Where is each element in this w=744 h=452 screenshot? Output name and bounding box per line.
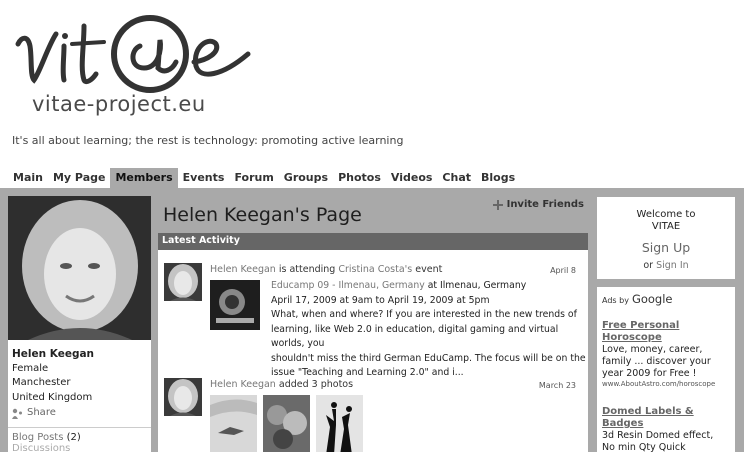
ads-by-label: Ads by (602, 296, 629, 305)
ad-body: family ... discover your (602, 356, 711, 367)
blog-posts-count: (2) (66, 431, 81, 443)
activity-verb: is attending (278, 264, 336, 275)
main-nav: Main My Page Members Events Forum Groups… (8, 168, 520, 188)
ad-title[interactable]: Horoscope (602, 332, 730, 344)
main-content: Helen Keegan's Page Invite Friends Lates… (158, 196, 588, 452)
sign-in-link[interactable]: Sign In (656, 260, 689, 271)
profile-country: United Kingdom (12, 391, 93, 403)
invite-friends-button[interactable]: Invite Friends (492, 199, 584, 210)
activity-target-type: event (415, 264, 443, 275)
ad-item[interactable]: Free Personal Horoscope Love, money, car… (602, 320, 730, 388)
nav-groups[interactable]: Groups (279, 168, 333, 188)
photo-thumbnail[interactable] (210, 395, 257, 452)
logo-domain-text: vitae-project.eu (32, 92, 206, 116)
ad-title[interactable]: Domed Labels & (602, 406, 730, 418)
ad-item[interactable]: Domed Labels & Badges 3d Resin Domed eff… (602, 406, 730, 452)
profile-photo[interactable] (8, 196, 151, 340)
blog-posts-label: Blog Posts (12, 431, 64, 443)
event-description-3: shouldn't miss the third German EduCamp.… (271, 352, 586, 364)
ad-body: No min Qty Quick (602, 442, 686, 452)
plus-icon (492, 199, 503, 210)
activity-date: March 23 (538, 381, 576, 390)
event-title-link[interactable]: Educamp 09 - Ilmenau, Germany (271, 280, 425, 291)
right-sidebar: Welcome to VITAE Sign Up or Sign In Ads … (597, 197, 735, 452)
nav-blogs[interactable]: Blogs (476, 168, 520, 188)
nav-members[interactable]: Members (110, 168, 178, 188)
nav-my-page[interactable]: My Page (48, 168, 110, 188)
ad-url[interactable]: www.AboutAstro.com/horoscope (602, 380, 730, 388)
ad-body: 3d Resin Domed effect, (602, 430, 714, 441)
event-description-1: What, when and where? If you are interes… (271, 309, 577, 320)
profile-city: Manchester (12, 377, 71, 388)
event-details: Educamp 09 - Ilmenau, Germany at Ilmenau… (271, 279, 588, 381)
share-icon (12, 408, 22, 419)
activity-feed: Helen Keegan is attending Cristina Costa… (158, 250, 588, 452)
ad-body: Love, money, career, (602, 344, 703, 355)
activity-user-link[interactable]: Helen Keegan (210, 379, 276, 390)
event-description-2: learning, like Web 2.0 in education, dig… (271, 323, 559, 350)
activity-summary: Helen Keegan added 3 photos (210, 379, 353, 390)
activity-summary: Helen Keegan is attending Cristina Costa… (210, 264, 442, 275)
discussions-link[interactable]: Discussions (8, 443, 151, 452)
activity-avatar[interactable] (164, 263, 202, 301)
sign-in-line: or Sign In (597, 260, 735, 272)
nav-events[interactable]: Events (178, 168, 230, 188)
latest-activity-header: Latest Activity (158, 233, 588, 250)
photo-thumbnail[interactable] (316, 395, 363, 452)
ad-body: year 2009 for Free ! (602, 368, 697, 379)
welcome-line-2: VITAE (651, 221, 681, 232)
ads-by-google[interactable]: Ads by Google (602, 292, 730, 306)
share-button[interactable]: Share (12, 406, 147, 421)
welcome-line-1: Welcome to (636, 209, 696, 220)
activity-user-link[interactable]: Helen Keegan (210, 264, 276, 275)
welcome-box: Welcome to VITAE Sign Up or Sign In (597, 197, 735, 279)
event-thumbnail[interactable] (210, 280, 260, 330)
ad-title[interactable]: Badges (602, 418, 730, 430)
ad-title[interactable]: Free Personal (602, 320, 730, 332)
event-location: at Ilmenau, Germany (427, 280, 527, 291)
event-time: April 17, 2009 at 9am to April 19, 2009 … (271, 294, 490, 306)
vitae-logo-graphic (15, 15, 251, 93)
nav-videos[interactable]: Videos (386, 168, 438, 188)
photo-thumbnail[interactable] (263, 395, 310, 452)
profile-sidebar: Helen Keegan Female Manchester United Ki… (8, 196, 151, 452)
site-tagline: It's all about learning; the rest is tec… (12, 134, 404, 147)
divider (8, 426, 151, 428)
ads-box: Ads by Google Free Personal Horoscope Lo… (597, 287, 735, 452)
blog-posts-link[interactable]: Blog Posts (2) (8, 432, 151, 443)
share-label: Share (27, 407, 56, 418)
activity-verb: added 3 photos (278, 379, 354, 390)
nav-photos[interactable]: Photos (333, 168, 386, 188)
nav-chat[interactable]: Chat (437, 168, 476, 188)
profile-gender: Female (12, 362, 49, 374)
nav-main[interactable]: Main (8, 168, 48, 188)
sign-up-link[interactable]: Sign Up (597, 241, 735, 254)
google-brand: Google (631, 292, 673, 306)
page-title: Helen Keegan's Page (163, 204, 362, 226)
profile-name: Helen Keegan (12, 348, 95, 360)
activity-avatar[interactable] (164, 378, 202, 416)
event-owner-link[interactable]: Cristina Costa's (338, 264, 412, 275)
nav-forum[interactable]: Forum (229, 168, 278, 188)
invite-friends-label: Invite Friends (506, 199, 584, 210)
or-text: or (643, 260, 654, 271)
activity-date: April 8 (550, 266, 576, 275)
